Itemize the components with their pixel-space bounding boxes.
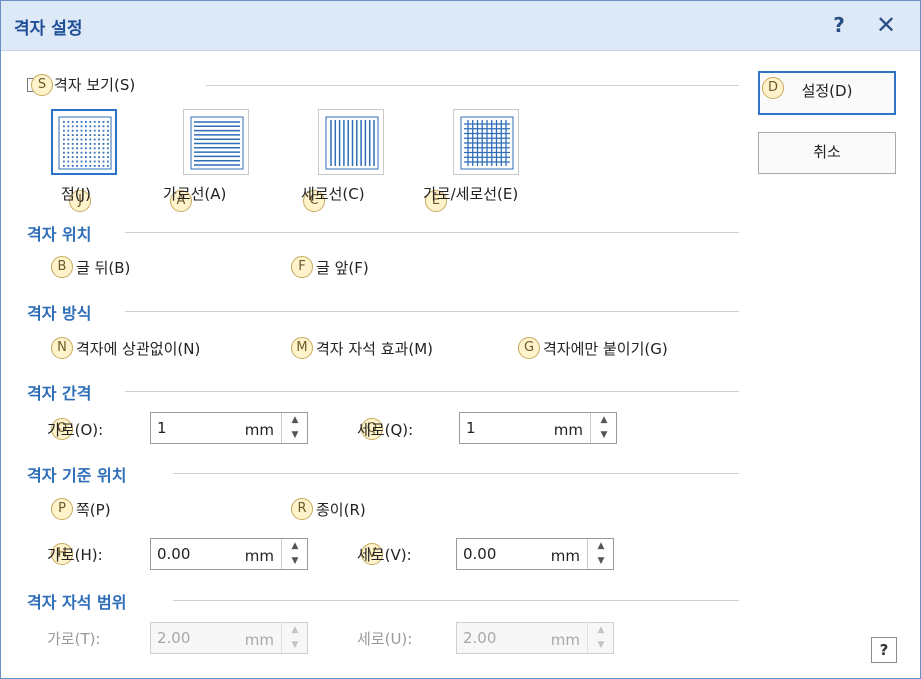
- spin-down-icon[interactable]: ▼: [282, 428, 308, 443]
- spacing-vertical-value[interactable]: 1: [466, 419, 476, 437]
- spin-up-icon: ▲: [597, 625, 605, 635]
- spin-down-icon[interactable]: ▼: [591, 428, 617, 443]
- cancel-button[interactable]: 취소: [758, 132, 896, 174]
- spin-up-icon: ▲: [291, 625, 299, 635]
- method-section-title: 격자 방식: [27, 304, 92, 323]
- magnet-range-section-title: 격자 자석 범위: [27, 593, 127, 612]
- grid-settings-dialog: 격자 설정 ? ✕ S 격자 보기(S) J 점(J) A 가로선(A) C 세…: [0, 0, 921, 679]
- method-snap-badge: G: [518, 337, 540, 359]
- origin-vertical-spinbox[interactable]: 0.00 mm ▲ ▼: [456, 538, 614, 570]
- magnet-vertical-value: 2.00: [463, 629, 497, 647]
- spin-arrows: ▲ ▼: [587, 539, 613, 569]
- spin-down-icon[interactable]: ▼: [282, 554, 308, 569]
- magnet-horizontal-unit: mm: [244, 631, 274, 649]
- position-behind-label: 글 뒤(B): [76, 259, 131, 277]
- divider: [173, 473, 739, 474]
- grid-type-dot-label: 점(J): [61, 185, 91, 203]
- show-grid-label: 격자 보기(S): [54, 76, 136, 94]
- title-bar: 격자 설정 ? ✕: [1, 1, 920, 51]
- magnet-horizontal-spinbox: 2.00 mm ▲ ▼: [150, 622, 308, 654]
- origin-vertical-value[interactable]: 0.00: [463, 545, 496, 563]
- magnet-horizontal-label: 가로(T):: [47, 630, 101, 648]
- grid-type-horizontal-button[interactable]: [183, 109, 249, 175]
- grid-type-crosshatch-label: 가로/세로선(E): [423, 185, 519, 203]
- origin-horizontal-spinbox[interactable]: 0.00 mm ▲ ▼: [150, 538, 308, 570]
- origin-paper-label: 종이(R): [316, 501, 366, 519]
- origin-paper-badge: R: [291, 498, 313, 520]
- spacing-section-title: 격자 간격: [27, 384, 92, 403]
- position-front-label: 글 앞(F): [316, 259, 369, 277]
- spin-down-icon[interactable]: ▼: [588, 554, 614, 569]
- method-free-badge: N: [51, 337, 73, 359]
- origin-horizontal-value[interactable]: 0.00: [157, 545, 190, 563]
- spin-arrows: ▲ ▼: [281, 623, 307, 653]
- origin-section-title: 격자 기준 위치: [27, 466, 127, 485]
- divider: [125, 232, 739, 233]
- position-front-badge: F: [291, 256, 313, 278]
- spacing-horizontal-unit: mm: [244, 421, 274, 439]
- help-button[interactable]: ?: [827, 10, 851, 40]
- spacing-vertical-unit: mm: [553, 421, 583, 439]
- horizontal-lines-icon: [190, 116, 244, 170]
- spin-up-icon[interactable]: ▲: [282, 413, 308, 428]
- origin-vertical-unit: mm: [550, 547, 580, 565]
- position-section-title: 격자 위치: [27, 225, 92, 244]
- origin-page-badge: P: [51, 498, 73, 520]
- spin-arrows: ▲ ▼: [281, 539, 307, 569]
- crosshatch-grid-icon: [460, 116, 514, 170]
- method-free-label: 격자에 상관없이(N): [76, 340, 201, 358]
- spin-down-icon: ▼: [597, 640, 605, 650]
- position-behind-badge: B: [51, 256, 73, 278]
- show-grid-shortcut-badge: S: [31, 74, 53, 96]
- spin-arrows: ▲ ▼: [281, 413, 307, 443]
- divider: [206, 85, 739, 86]
- ok-button[interactable]: D 설정(D): [758, 71, 896, 115]
- grid-type-vertical-button[interactable]: [318, 109, 384, 175]
- grid-type-horizontal-label: 가로선(A): [163, 185, 227, 203]
- spin-up-icon[interactable]: ▲: [591, 413, 617, 428]
- method-snap-label: 격자에만 붙이기(G): [543, 340, 668, 358]
- origin-page-label: 쪽(P): [76, 501, 111, 519]
- magnet-vertical-spinbox: 2.00 mm ▲ ▼: [456, 622, 614, 654]
- spacing-horizontal-spinbox[interactable]: 1 mm ▲ ▼: [150, 412, 308, 444]
- grid-type-dot-button[interactable]: [51, 109, 117, 175]
- origin-horizontal-unit: mm: [244, 547, 274, 565]
- origin-vertical-label: 세로(V):: [357, 546, 412, 564]
- dot-grid-icon: [58, 116, 112, 170]
- grid-type-crosshatch-button[interactable]: [453, 109, 519, 175]
- magnet-vertical-label: 세로(U):: [357, 630, 413, 648]
- vertical-lines-icon: [325, 116, 379, 170]
- magnet-horizontal-value: 2.00: [157, 629, 191, 647]
- ok-shortcut-badge: D: [762, 77, 784, 99]
- help-icon-button[interactable]: ?: [871, 637, 897, 663]
- spin-arrows: ▲ ▼: [587, 623, 613, 653]
- cancel-button-label: 취소: [813, 143, 841, 161]
- spacing-vertical-label: 세로(Q):: [357, 421, 414, 439]
- magnet-vertical-unit: mm: [550, 631, 580, 649]
- spin-down-icon: ▼: [291, 640, 299, 650]
- method-magnet-badge: M: [291, 337, 313, 359]
- spacing-vertical-spinbox[interactable]: 1 mm ▲ ▼: [459, 412, 617, 444]
- spin-up-icon[interactable]: ▲: [588, 539, 614, 554]
- dialog-title: 격자 설정: [14, 19, 83, 39]
- divider: [173, 600, 739, 601]
- ok-button-label: 설정(D): [801, 82, 853, 100]
- method-magnet-label: 격자 자석 효과(M): [316, 340, 433, 358]
- divider: [125, 311, 739, 312]
- spacing-horizontal-label: 가로(O):: [47, 421, 104, 439]
- divider: [125, 391, 739, 392]
- grid-type-vertical-label: 세로선(C): [301, 185, 365, 203]
- origin-horizontal-label: 가로(H):: [47, 546, 103, 564]
- spacing-horizontal-value[interactable]: 1: [157, 419, 167, 437]
- close-button[interactable]: ✕: [871, 10, 901, 40]
- spin-arrows: ▲ ▼: [590, 413, 616, 443]
- spin-up-icon[interactable]: ▲: [282, 539, 308, 554]
